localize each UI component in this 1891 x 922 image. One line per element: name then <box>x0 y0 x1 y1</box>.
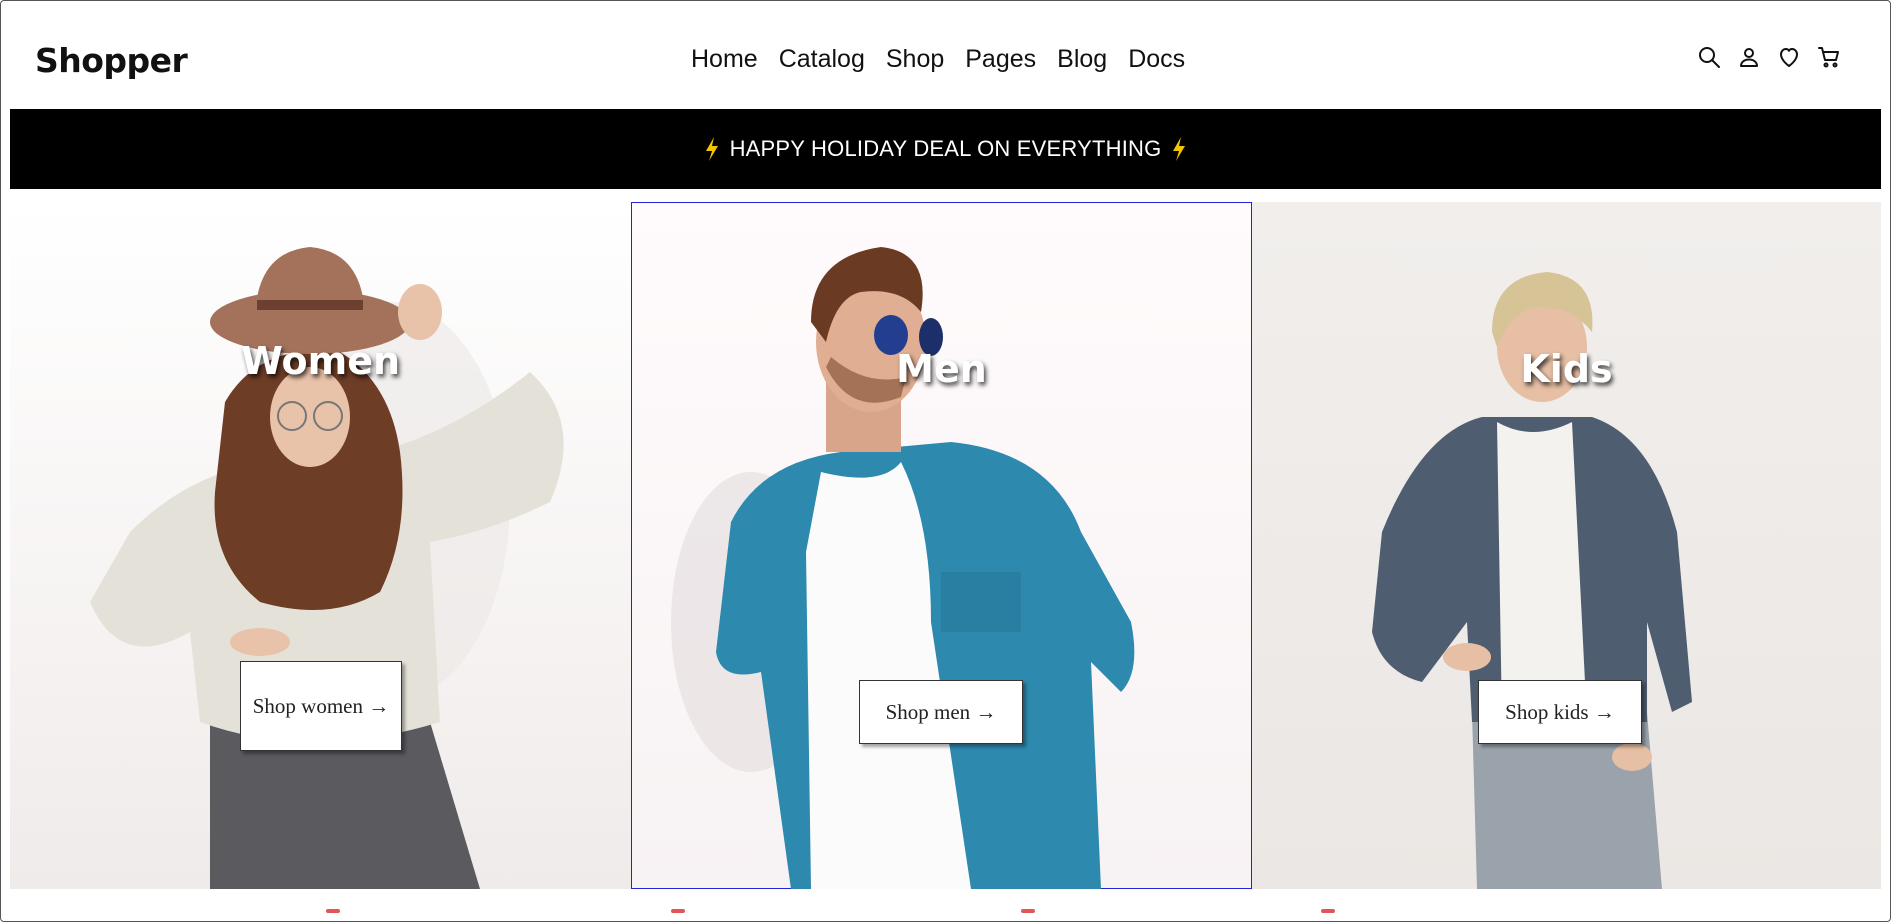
promo-bar: HAPPY HOLIDAY DEAL ON EVERYTHING <box>10 109 1881 189</box>
nav-item-home[interactable]: Home <box>691 45 758 74</box>
women-model-image <box>90 247 564 889</box>
heart-icon[interactable] <box>1777 45 1801 69</box>
category-title-kids: Kids <box>1520 347 1613 391</box>
nav-item-catalog[interactable]: Catalog <box>779 45 865 74</box>
category-title-men: Men <box>896 347 987 391</box>
kids-model-image <box>1372 272 1692 889</box>
next-section-peek <box>1 901 1890 921</box>
browser-viewport: Shopper Home Catalog Shop Pages Blog Doc… <box>0 0 1891 922</box>
category-cards: Women Shop women → Men Shop men → Kids S… <box>10 202 1881 889</box>
category-card-kids[interactable]: Kids Shop kids → <box>1252 202 1881 889</box>
category-title-women: Women <box>240 339 401 383</box>
nav-item-docs[interactable]: Docs <box>1128 45 1185 74</box>
header-icons <box>1697 45 1841 69</box>
shop-kids-button[interactable]: Shop kids → <box>1478 680 1642 744</box>
search-icon[interactable] <box>1697 45 1721 69</box>
shop-men-button[interactable]: Shop men → <box>859 680 1023 744</box>
user-icon[interactable] <box>1737 45 1761 69</box>
main-nav: Home Catalog Shop Pages Blog Docs <box>691 45 1185 74</box>
promo-text: HAPPY HOLIDAY DEAL ON EVERYTHING <box>729 136 1162 161</box>
shop-women-button[interactable]: Shop women → <box>240 661 402 751</box>
category-card-women[interactable]: Women Shop women → <box>10 202 631 889</box>
brand-logo[interactable]: Shopper <box>35 41 188 80</box>
lightning-icon <box>704 137 720 161</box>
cart-icon[interactable] <box>1817 45 1841 69</box>
nav-item-pages[interactable]: Pages <box>965 45 1036 74</box>
nav-item-shop[interactable]: Shop <box>886 45 944 74</box>
category-card-men[interactable]: Men Shop men → <box>631 202 1252 889</box>
nav-item-blog[interactable]: Blog <box>1057 45 1107 74</box>
lightning-icon <box>1171 137 1187 161</box>
men-model-image <box>671 247 1135 889</box>
